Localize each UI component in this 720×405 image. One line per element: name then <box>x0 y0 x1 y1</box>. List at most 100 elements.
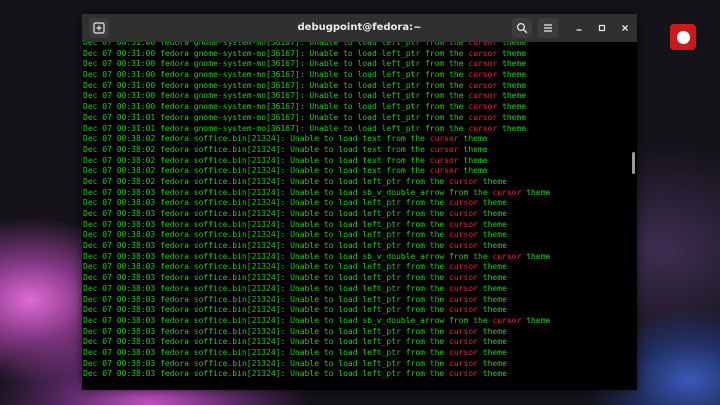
log-text: Dec 07 00:38:03 fedora soffice.bin[21324… <box>83 273 450 283</box>
terminal-line: Dec 07 00:38:02 fedora soffice.bin[21324… <box>82 177 628 188</box>
highlighted-word: cursor <box>492 251 522 261</box>
log-text: Dec 07 00:38:03 fedora soffice.bin[21324… <box>83 358 450 368</box>
log-text: Dec 07 00:38:03 fedora soffice.bin[21324… <box>83 315 493 325</box>
highlighted-word: cursor <box>468 102 498 112</box>
scroll-thumb[interactable] <box>632 152 635 174</box>
terminal-line: Dec 07 00:38:02 fedora soffice.bin[21324… <box>82 166 628 177</box>
log-text: Dec 07 00:38:03 fedora soffice.bin[21324… <box>83 305 450 315</box>
log-text-suffix: theme <box>477 198 507 208</box>
terminal-line: Dec 07 00:38:03 fedora soffice.bin[21324… <box>82 220 628 231</box>
highlighted-word: cursor <box>449 347 478 357</box>
terminal-line: Dec 07 00:38:03 fedora soffice.bin[21324… <box>82 295 628 306</box>
minimize-icon <box>576 29 582 31</box>
terminal-line: Dec 07 00:38:03 fedora soffice.bin[21324… <box>82 241 628 252</box>
terminal-line: Dec 07 00:38:03 fedora soffice.bin[21324… <box>82 262 628 273</box>
terminal-line: Dec 07 00:38:03 fedora soffice.bin[21324… <box>82 230 628 241</box>
log-text-suffix: theme <box>477 347 507 357</box>
title-bar: debugpoint@fedora:~ <box>82 14 637 42</box>
close-icon <box>622 25 628 31</box>
highlighted-word: cursor <box>468 91 498 101</box>
terminal-line: Dec 07 00:38:02 fedora soffice.bin[21324… <box>82 156 628 167</box>
log-text-suffix: theme <box>497 70 527 80</box>
log-text-suffix: theme <box>477 262 507 272</box>
log-text-suffix: theme <box>497 91 527 101</box>
log-text: Dec 07 00:38:02 fedora soffice.bin[21324… <box>83 155 430 165</box>
highlighted-word: cursor <box>429 166 459 176</box>
log-text: Dec 07 00:38:03 fedora soffice.bin[21324… <box>83 283 450 293</box>
minimize-button[interactable] <box>569 18 589 38</box>
log-text: Dec 07 00:38:03 fedora soffice.bin[21324… <box>83 219 450 229</box>
highlighted-word: cursor <box>492 187 522 197</box>
log-text-suffix: theme <box>521 187 551 197</box>
log-text: Dec 07 00:31:00 fedora gnome-system-mo[3… <box>83 102 469 112</box>
log-text-suffix: theme <box>497 112 527 122</box>
log-text-suffix: theme <box>497 102 527 112</box>
terminal-line: Dec 07 00:38:03 fedora soffice.bin[21324… <box>82 359 628 370</box>
terminal-line: Dec 07 00:38:03 fedora soffice.bin[21324… <box>82 348 628 359</box>
log-text-suffix: theme <box>458 155 488 165</box>
terminal-line: Dec 07 00:38:03 fedora soffice.bin[21324… <box>82 284 628 295</box>
terminal-window: debugpoint@fedora:~ Dec 07 00:31:00 fedo… <box>82 14 637 390</box>
log-text: Dec 07 00:38:03 fedora soffice.bin[21324… <box>83 262 450 272</box>
log-text: Dec 07 00:38:02 fedora soffice.bin[21324… <box>83 176 450 186</box>
terminal-line: Dec 07 00:38:03 fedora soffice.bin[21324… <box>82 252 628 263</box>
log-text-suffix: theme <box>497 48 527 58</box>
record-icon <box>676 30 690 44</box>
maximize-button[interactable] <box>592 18 612 38</box>
highlighted-word: cursor <box>429 144 459 154</box>
highlighted-word: cursor <box>468 42 498 47</box>
highlighted-word: cursor <box>449 305 478 315</box>
terminal-line: Dec 07 00:38:03 fedora soffice.bin[21324… <box>82 198 628 209</box>
magnifier-icon <box>516 22 528 34</box>
log-text: Dec 07 00:31:00 fedora gnome-system-mo[3… <box>83 91 469 101</box>
highlighted-word: cursor <box>449 262 478 272</box>
terminal-output[interactable]: Dec 07 00:31:00 fedora gnome-system-mo[3… <box>82 42 628 390</box>
terminal-line: Dec 07 00:38:03 fedora soffice.bin[21324… <box>82 188 628 199</box>
highlighted-word: cursor <box>449 209 478 218</box>
log-text-suffix: theme <box>477 294 507 304</box>
terminal-line: Dec 07 00:31:00 fedora gnome-system-mo[3… <box>82 91 628 102</box>
highlighted-word: cursor <box>449 337 478 347</box>
highlighted-word: cursor <box>449 283 478 293</box>
log-text: Dec 07 00:31:00 fedora gnome-system-mo[3… <box>83 48 469 58</box>
log-text: Dec 07 00:38:02 fedora soffice.bin[21324… <box>83 144 430 154</box>
log-text-suffix: theme <box>477 283 507 293</box>
highlighted-word: cursor <box>449 369 478 379</box>
terminal-line: Dec 07 00:38:02 fedora soffice.bin[21324… <box>82 145 628 156</box>
log-text-suffix: theme <box>477 230 507 240</box>
log-text-suffix: theme <box>477 209 507 218</box>
log-text: Dec 07 00:38:03 fedora soffice.bin[21324… <box>83 209 450 218</box>
record-button[interactable] <box>670 24 696 50</box>
close-button[interactable] <box>615 18 635 38</box>
terminal-scrollbar[interactable] <box>628 42 637 390</box>
log-text: Dec 07 00:31:00 fedora gnome-system-mo[3… <box>83 70 469 80</box>
hamburger-icon <box>544 24 552 32</box>
highlighted-word: cursor <box>429 155 459 165</box>
highlighted-word: cursor <box>449 241 478 251</box>
log-text-suffix: theme <box>458 144 488 154</box>
highlighted-word: cursor <box>449 219 478 229</box>
highlighted-word: cursor <box>468 59 498 69</box>
terminal-line: Dec 07 00:31:00 fedora gnome-system-mo[3… <box>82 49 628 60</box>
log-text-suffix: theme <box>477 273 507 283</box>
log-text: Dec 07 00:31:01 fedora gnome-system-mo[3… <box>83 112 469 122</box>
log-text-suffix: theme <box>497 59 527 69</box>
log-text-suffix: theme <box>477 358 507 368</box>
menu-button[interactable] <box>538 18 558 38</box>
search-button[interactable] <box>512 18 532 38</box>
log-text-suffix: theme <box>497 42 527 47</box>
new-tab-button[interactable] <box>89 18 109 38</box>
log-text: Dec 07 00:31:00 fedora gnome-system-mo[3… <box>83 42 469 47</box>
terminal-line: Dec 07 00:38:03 fedora soffice.bin[21324… <box>82 369 628 380</box>
log-text: Dec 07 00:31:00 fedora gnome-system-mo[3… <box>83 80 469 90</box>
maximize-icon <box>598 24 606 32</box>
terminal-line: Dec 07 00:38:03 fedora soffice.bin[21324… <box>82 273 628 284</box>
terminal-line: Dec 07 00:31:00 fedora gnome-system-mo[3… <box>82 42 628 49</box>
log-text-suffix: theme <box>521 315 551 325</box>
log-text-suffix: theme <box>521 251 551 261</box>
terminal-line: Dec 07 00:31:00 fedora gnome-system-mo[3… <box>82 70 628 81</box>
log-text-suffix: theme <box>477 176 507 186</box>
log-text: Dec 07 00:38:03 fedora soffice.bin[21324… <box>83 198 450 208</box>
highlighted-word: cursor <box>449 294 478 304</box>
terminal-line: Dec 07 00:31:01 fedora gnome-system-mo[3… <box>82 113 628 124</box>
